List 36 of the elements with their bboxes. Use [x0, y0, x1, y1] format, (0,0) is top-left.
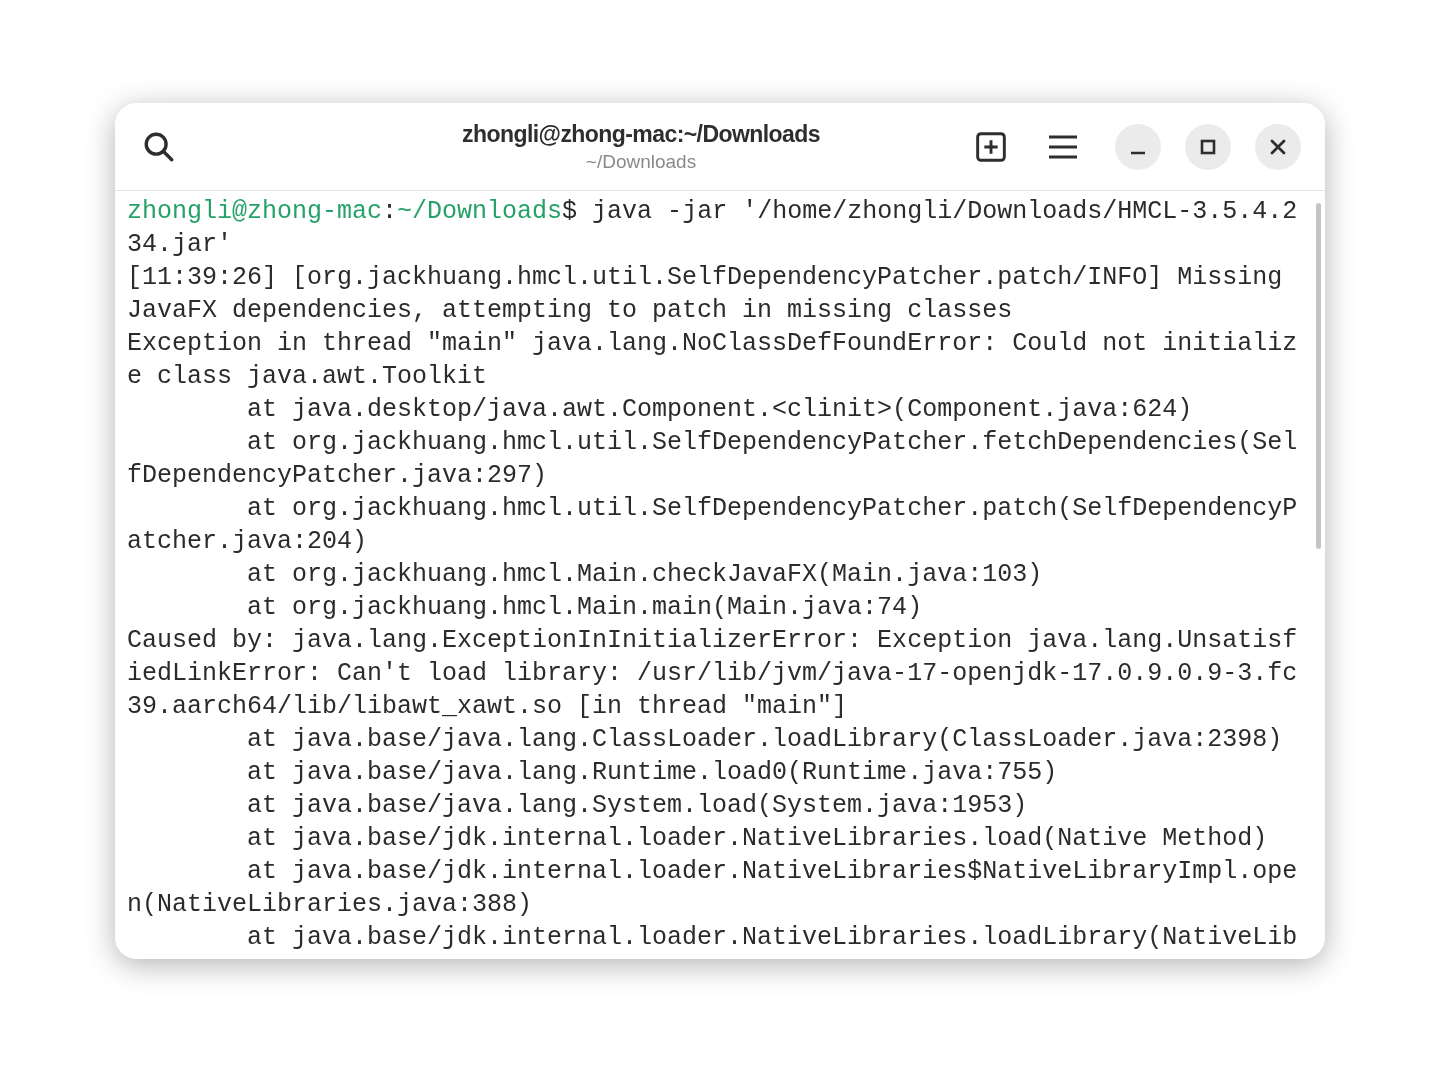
output-line: at java.base/jdk.internal.loader.NativeLibraries.load(Native Method)	[246, 824, 1268, 853]
output-line: at java.base/jdk.internal.loader.NativeLibraries$NativeLibraryImpl.ope	[246, 857, 1298, 886]
window-title: zhongli@zhong-mac:~/Downloads	[462, 119, 820, 149]
output-line: at java.base/java.lang.Runtime.load0(Runtime.java:755)	[246, 758, 1058, 787]
output-line: e class java.awt.Toolkit	[127, 362, 488, 391]
output-line: iedLinkError: Can't load library: /usr/lib/jvm/java-17-openjdk-17.0.9.0.9-3.fc	[127, 659, 1298, 688]
close-icon	[1270, 138, 1286, 155]
output-line: at java.desktop/java.awt.Component.<clinit>(Component.java:624)	[246, 395, 1193, 424]
close-button[interactable]	[1255, 123, 1301, 170]
output-line: atcher.java:204)	[127, 527, 368, 556]
output-line: at org.jackhuang.hmcl.util.SelfDependencyPatcher.patch(SelfDependencyP	[246, 494, 1298, 523]
output-line: Exception in thread "main" java.lang.NoClassDefFoundError: Could not initializ	[127, 329, 1298, 358]
command-text: java -jar '/home/zhongli/Downloads/HMCL-3.5.4.2	[591, 197, 1298, 226]
prompt-path: ~/Downloads	[397, 197, 563, 226]
output-line: at org.jackhuang.hmcl.Main.main(Main.java:74)	[246, 593, 923, 622]
menu-icon	[1048, 133, 1078, 160]
plus-square-icon	[975, 130, 1007, 163]
window-subtitle: ~/Downloads	[585, 149, 697, 174]
output-line: at org.jackhuang.hmcl.Main.checkJavaFX(Main.java:103)	[246, 560, 1043, 589]
minimize-icon	[1130, 150, 1146, 155]
output-line: 39.aarch64/lib/libawt_xawt.so [in thread "main"]	[127, 692, 848, 721]
output-line: JavaFX dependencies, attempting to patch in missing classes	[127, 296, 1013, 325]
output-line: Caused by: java.lang.ExceptionInInitializerError: Exception java.lang.Unsatisf	[127, 626, 1298, 655]
output-line: [11:39:26] [org.jackhuang.hmcl.util.SelfDependencyPatcher.patch/INFO] Missing	[127, 263, 1283, 292]
maximize-icon	[1200, 138, 1216, 155]
output-line: 34.jar'	[127, 230, 233, 259]
output-line: at java.base/java.lang.System.load(System.java:1953)	[246, 791, 1028, 820]
output-line: fDependencyPatcher.java:297)	[127, 461, 548, 490]
output-line: n(NativeLibraries.java:388)	[127, 890, 533, 919]
output-line: at java.base/java.lang.ClassLoader.loadLibrary(ClassLoader.java:2398)	[246, 725, 1283, 754]
output-line: at org.jackhuang.hmcl.util.SelfDependencyPatcher.fetchDependencies(Sel	[246, 428, 1298, 457]
output-line: at java.base/jdk.internal.loader.NativeLibraries.loadLibrary(NativeLib	[246, 923, 1298, 952]
maximize-button[interactable]	[1185, 123, 1231, 170]
prompt-separator: :	[382, 197, 398, 226]
prompt-symbol: $	[562, 197, 578, 226]
prompt-user-host: zhongli@zhong-mac	[127, 197, 383, 226]
